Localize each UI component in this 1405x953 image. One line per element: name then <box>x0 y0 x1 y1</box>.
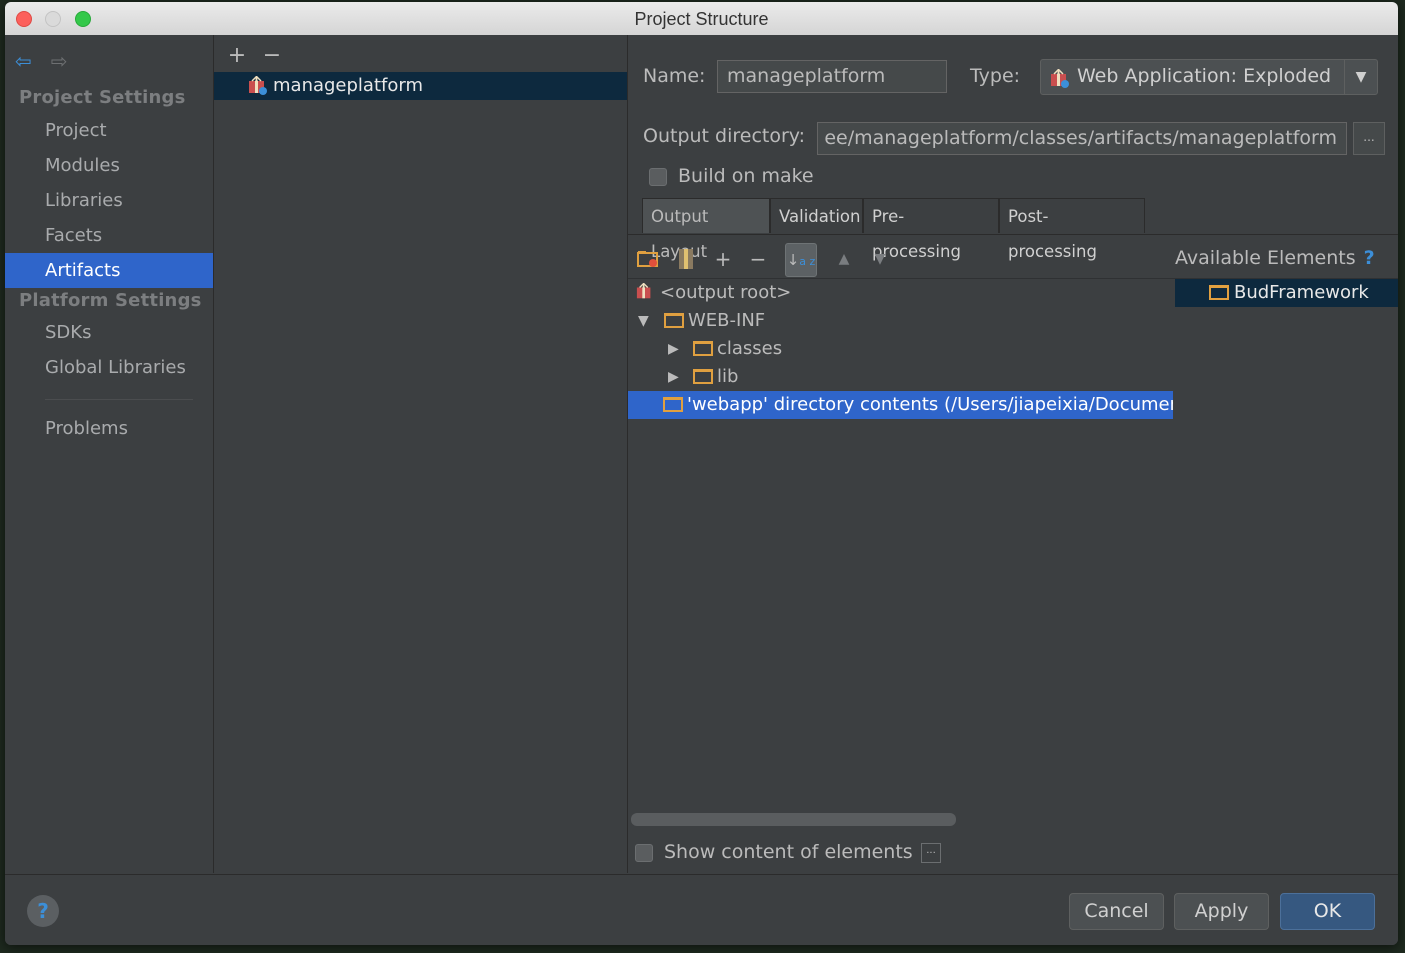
folder-icon <box>693 369 713 384</box>
expand-triangle-icon[interactable]: ▶ <box>668 369 679 385</box>
sidebar-divider <box>45 399 193 400</box>
dialog-footer: ? Cancel Apply OK <box>5 874 1398 945</box>
settings-sidebar: ⇦ ⇨ Project Settings Project Modules Lib… <box>5 35 214 873</box>
remove-artifact-icon[interactable]: − <box>258 43 286 68</box>
available-element-item[interactable]: BudFramework <box>1175 279 1398 307</box>
tree-row-web-inf[interactable]: WEB-INF <box>664 307 765 335</box>
artifacts-list-pane: + − manageplatform <box>214 35 628 873</box>
help-icon[interactable]: ? <box>1364 247 1375 269</box>
collapse-triangle-icon[interactable]: ▼ <box>638 313 649 329</box>
tree-row-label: WEB-INF <box>688 310 766 331</box>
sidebar-item-libraries[interactable]: Libraries <box>5 183 213 218</box>
type-label: Type: <box>970 65 1021 87</box>
back-arrow-icon[interactable]: ⇦ <box>15 49 32 73</box>
browse-output-button[interactable]: ... <box>1353 122 1385 155</box>
tab-validation[interactable]: Validation <box>770 198 863 233</box>
move-down-icon[interactable]: ▼ <box>868 243 892 275</box>
apply-button[interactable]: Apply <box>1174 893 1269 930</box>
help-button[interactable]: ? <box>27 895 59 927</box>
web-artifact-icon <box>1050 68 1070 93</box>
show-content-checkbox[interactable] <box>635 844 653 862</box>
artifacts-toolbar: + − <box>223 43 286 68</box>
tree-row-label: 'webapp' directory contents (/Users/jiap… <box>687 394 1173 415</box>
available-elements-header: Available Elements? <box>1175 247 1375 269</box>
dropdown-arrow-icon[interactable]: ▼ <box>1344 60 1377 94</box>
platform-settings-header: Platform Settings <box>19 290 202 311</box>
add-element-icon[interactable]: + <box>710 243 736 275</box>
sidebar-item-sdks[interactable]: SDKs <box>5 315 213 350</box>
nav-arrows: ⇦ ⇨ <box>15 49 82 73</box>
horizontal-scrollbar[interactable] <box>631 813 956 826</box>
tree-row-label: <output root> <box>660 282 792 303</box>
title-bar: Project Structure <box>5 2 1398 36</box>
project-structure-dialog: Project Structure ⇦ ⇨ Project Settings P… <box>5 2 1398 945</box>
sidebar-item-artifacts[interactable]: Artifacts <box>5 253 213 288</box>
artifact-config-pane: Name: manageplatform Type: Web Applicati… <box>628 35 1398 873</box>
tree-row-lib[interactable]: lib <box>693 363 738 391</box>
ok-button[interactable]: OK <box>1280 893 1375 930</box>
output-directory-label: Output directory: <box>643 125 806 147</box>
web-artifact-icon <box>636 282 651 299</box>
build-on-make-label[interactable]: Build on make <box>678 165 814 187</box>
tab-divider <box>628 234 1398 235</box>
tab-pre-processing[interactable]: Pre-processing <box>863 198 999 261</box>
show-content-label[interactable]: Show content of elements <box>664 841 913 863</box>
sort-alphabetically-icon[interactable]: ↓a z <box>785 243 817 277</box>
cancel-button[interactable]: Cancel <box>1069 893 1164 930</box>
show-content-options-button[interactable]: ... <box>921 843 941 863</box>
add-artifact-icon[interactable]: + <box>223 43 251 68</box>
folder-icon <box>663 397 683 412</box>
tree-row-output-root[interactable]: <output root> <box>636 279 791 307</box>
sidebar-item-facets[interactable]: Facets <box>5 218 213 253</box>
expand-triangle-icon[interactable]: ▶ <box>668 341 679 357</box>
tree-row-classes[interactable]: classes <box>693 335 782 363</box>
tab-post-processing[interactable]: Post-processing <box>999 198 1145 261</box>
move-up-icon[interactable]: ▲ <box>832 243 856 275</box>
sidebar-item-project[interactable]: Project <box>5 113 213 148</box>
tree-row-webapp-contents[interactable]: 'webapp' directory contents (/Users/jiap… <box>628 391 1173 419</box>
artifact-list-item[interactable]: manageplatform <box>214 72 627 100</box>
tree-row-label: lib <box>717 366 739 387</box>
name-input[interactable]: manageplatform <box>717 60 947 93</box>
sidebar-item-modules[interactable]: Modules <box>5 148 213 183</box>
available-element-label: BudFramework <box>1234 282 1369 303</box>
type-select[interactable]: Web Application: Exploded ▼ <box>1040 59 1378 95</box>
folder-icon <box>664 313 684 328</box>
sidebar-item-problems[interactable]: Problems <box>5 411 213 446</box>
web-artifact-icon <box>248 75 268 105</box>
tab-output-layout[interactable]: Output Layout <box>642 198 770 261</box>
name-label: Name: <box>643 65 706 87</box>
module-folder-icon <box>1209 279 1233 307</box>
output-directory-input[interactable]: ee/manageplatform/classes/artifacts/mana… <box>817 122 1347 155</box>
window-title: Project Structure <box>634 9 769 29</box>
create-directory-icon[interactable] <box>636 243 660 275</box>
tree-row-label: classes <box>717 338 783 359</box>
type-select-value: Web Application: Exploded <box>1077 65 1332 87</box>
folder-icon <box>693 341 713 356</box>
sidebar-item-global-libraries[interactable]: Global Libraries <box>5 350 213 385</box>
project-settings-header: Project Settings <box>19 87 186 108</box>
remove-element-icon[interactable]: − <box>746 243 770 275</box>
available-elements-title: Available Elements <box>1175 247 1356 269</box>
forward-arrow-icon[interactable]: ⇨ <box>51 49 68 73</box>
create-archive-icon[interactable] <box>674 243 698 275</box>
artifact-name: manageplatform <box>273 75 423 96</box>
build-on-make-checkbox[interactable] <box>649 168 667 186</box>
